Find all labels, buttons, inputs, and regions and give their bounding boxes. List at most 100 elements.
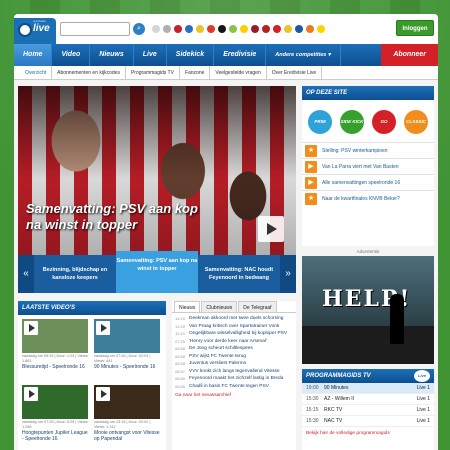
video-title[interactable]: Hoogtepunten Jupiler League - Speelronde… — [22, 430, 90, 442]
video-thumbnail[interactable] — [94, 385, 160, 419]
news-item[interactable]: 06:58 Juventus versliest Palermo — [175, 361, 293, 367]
site-link-label: Stelling: PSV winterkampioen — [322, 147, 388, 154]
video-title[interactable]: Blessuretijd - Speelronde 16 — [22, 364, 90, 370]
program-row[interactable]: 15:30 AZ - Willem II Live 1 — [302, 394, 434, 405]
club-logo-icon[interactable] — [262, 25, 270, 33]
carousel-next-icon[interactable]: » — [280, 255, 296, 293]
club-logo-icon[interactable] — [284, 25, 292, 33]
video-thumbnail[interactable] — [22, 319, 88, 353]
news-headline[interactable]: Juventus versliest Palermo — [189, 361, 246, 367]
news-item[interactable]: 10:10 Ongelijkbare wisselvalligheid bij k… — [175, 331, 293, 337]
video-thumbnail[interactable] — [22, 385, 88, 419]
play-icon[interactable] — [258, 216, 284, 242]
club-logo-icon[interactable] — [240, 25, 248, 33]
carousel-item[interactable]: Samenvatting: NAC houdt Feyenoord in bed… — [198, 255, 280, 293]
carousel-item-active[interactable]: Samenvatting: PSV aan kop na winst in to… — [116, 251, 198, 293]
news-list: 14:15 Deekman akkoord met twee duels scho… — [172, 313, 296, 390]
club-logo-icon[interactable] — [207, 25, 215, 33]
news-headline[interactable]: PSV wijst FC Twente terug — [189, 354, 246, 360]
club-logo-icon[interactable] — [218, 25, 226, 33]
news-headline[interactable]: VVV knokt zich langs tegenvallend Vitess… — [189, 369, 280, 375]
club-logo-icon[interactable] — [185, 25, 193, 33]
news-headline[interactable]: Ongelijkbare wisselvalligheid bij koplop… — [189, 331, 287, 337]
subnav-programmagids[interactable]: Programmagids TV — [126, 66, 180, 79]
eredivisie-live-logo[interactable]: eredivisie live — [14, 18, 56, 44]
news-item[interactable]: 06:55 Chadli in basis FC Twente tegen PSV — [175, 384, 293, 390]
news-headline[interactable]: De Jong scheurt schiltlespees — [189, 346, 253, 352]
program-guide-link[interactable]: Bekijk hier de volledige programmagids — [302, 427, 434, 440]
video-item[interactable]: vandaag om 07:26 | Duur: 02:03 | Views: … — [94, 319, 162, 382]
program-row[interactable]: 15:30 NAC TV Live 1 — [302, 416, 434, 427]
subnav-abonnementen[interactable]: Abonnementen en kijkcodes — [52, 66, 126, 79]
video-title[interactable]: 90 Minutes - Speelronde 16 — [94, 364, 162, 370]
site-link-label: Alle samenvattingen speelronde 16 — [322, 179, 401, 186]
subscribe-button[interactable]: Abonneer — [381, 44, 438, 66]
play-icon[interactable] — [24, 321, 38, 335]
news-item[interactable]: 06:58 De Jong scheurt schiltlespees — [175, 346, 293, 352]
site-badge-icon[interactable]: SIDE KICK — [340, 110, 364, 134]
news-item[interactable]: 06:57 VVV knokt zich langs tegenvallend V… — [175, 369, 293, 375]
club-logo-icon[interactable] — [152, 25, 160, 33]
search-input[interactable] — [60, 22, 130, 36]
news-headline[interactable]: Feyenoord maakt het zichzelf lastig in B… — [189, 376, 283, 382]
nav-video[interactable]: Video — [52, 44, 91, 66]
club-logo-icon[interactable] — [196, 25, 204, 33]
site-badge-icon[interactable]: CLASSIC — [404, 110, 428, 134]
program-row[interactable]: 15:15 RKC TV Live 1 — [302, 405, 434, 416]
tab-nieuws[interactable]: Nieuws — [174, 301, 201, 312]
site-link-item[interactable]: ★ Naar de kwartfinales KNVB Beker? — [302, 190, 434, 206]
nav-nieuws[interactable]: Nieuws — [90, 44, 134, 66]
hero-video[interactable]: Samenvatting: PSV aan kop na winst in to… — [18, 86, 296, 293]
tab-clubnieuws[interactable]: Clubnieuws — [201, 301, 238, 312]
nav-eredivisie[interactable]: Eredivisie — [214, 44, 267, 66]
news-time: 10:10 — [175, 331, 186, 336]
news-archive-link[interactable]: Ga naar het nieuwsarchief — [172, 393, 296, 398]
club-logo-icon[interactable] — [163, 25, 171, 33]
video-thumbnail[interactable] — [94, 319, 160, 353]
nav-other-competitions[interactable]: Andere competities ▾ — [266, 44, 341, 66]
play-icon[interactable] — [96, 321, 110, 335]
news-headline[interactable]: Deekman akkoord met twee duels schorsing — [189, 316, 283, 322]
club-logo-icon[interactable] — [251, 25, 259, 33]
club-logo-icon[interactable] — [174, 25, 182, 33]
news-item[interactable]: 07:29 'Henry voor derde keer naar Arsenal… — [175, 339, 293, 345]
subnav-faq[interactable]: Veelgestelde vragen — [210, 66, 267, 79]
video-item[interactable]: vandaag om 23:15 | Duur: 02:02 | Views: … — [94, 385, 162, 448]
advertisement[interactable]: HELP! — [302, 256, 434, 364]
site-link-item[interactable]: ▶ Van La Parra viert met Van Basten — [302, 158, 434, 174]
news-item[interactable]: 14:15 Deekman akkoord met twee duels scho… — [175, 316, 293, 322]
video-item[interactable]: vandaag om 09:33 | Duur: 1:23 | Views: 1… — [22, 319, 90, 382]
nav-live[interactable]: Live — [134, 44, 167, 66]
subnav-fanzone[interactable]: Fanzone — [180, 66, 211, 79]
news-item[interactable]: 06:58 PSV wijst FC Twente terug — [175, 354, 293, 360]
carousel-prev-icon[interactable]: « — [18, 255, 34, 293]
play-icon[interactable] — [24, 387, 38, 401]
subnav-overzicht[interactable]: Overzicht — [20, 66, 53, 79]
club-logo-icon[interactable] — [295, 25, 303, 33]
carousel-item[interactable]: Bezinning, blijdschap en kansloze keeper… — [34, 255, 116, 293]
club-logo-icon[interactable] — [306, 25, 314, 33]
site-link-item[interactable]: ▶ Alle samenvattingen speelronde 16 — [302, 174, 434, 190]
tab-telegraaf[interactable]: De Telegraaf — [238, 301, 277, 312]
news-item[interactable]: 06:59 Feyenoord maakt het zichzelf lastig… — [175, 376, 293, 382]
nav-home[interactable]: Home — [14, 44, 53, 66]
program-row[interactable]: 19:00 90 Minutes Live 1 — [302, 383, 434, 394]
play-icon[interactable] — [96, 387, 110, 401]
site-badge-icon[interactable]: PRIM CODEN — [308, 110, 332, 148]
club-logo-icon[interactable] — [229, 25, 237, 33]
video-title[interactable]: Mooie ontvangst voor Vitesse op Papendal — [94, 430, 162, 442]
site-badge-icon[interactable]: GO — [372, 110, 396, 134]
login-button[interactable]: Inloggen — [396, 20, 434, 36]
site-link-label: Naar de kwartfinales KNVB Beker? — [322, 195, 400, 202]
club-logo-icon[interactable] — [317, 25, 325, 33]
subnav-over[interactable]: Over Eredivisie Live — [267, 66, 323, 79]
hero-title[interactable]: Samenvatting: PSV aan kop na winst in to… — [26, 201, 216, 233]
news-item[interactable]: 12:20 Van Praag kritisch over Spartatrain… — [175, 324, 293, 330]
video-item[interactable]: vandaag om 07:25 | Duur: 5:25 | Views: 1… — [22, 385, 90, 448]
nav-sidekick[interactable]: Sidekick — [167, 44, 215, 66]
news-headline[interactable]: Van Praag kritisch over Spartatrainer Vo… — [189, 324, 279, 330]
search-icon[interactable]: ⌕ — [133, 23, 145, 35]
news-headline[interactable]: 'Henry voor derde keer naar Arsenal' — [189, 339, 267, 345]
club-logo-icon[interactable] — [273, 25, 281, 33]
news-headline[interactable]: Chadli in basis FC Twente tegen PSV — [189, 384, 269, 390]
